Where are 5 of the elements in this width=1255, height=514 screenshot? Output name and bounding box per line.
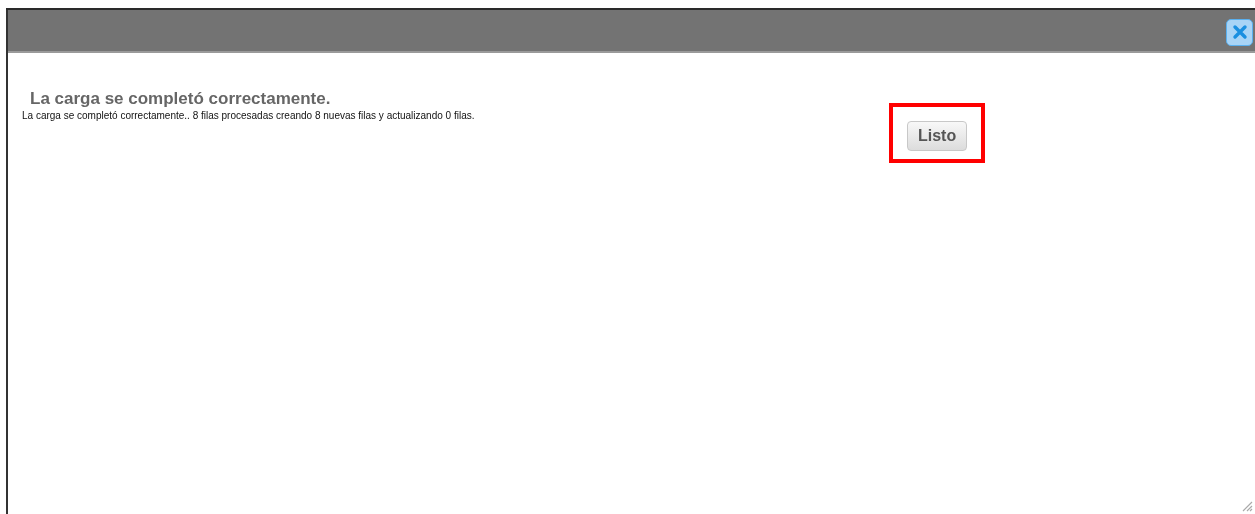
close-icon[interactable] (1226, 18, 1253, 46)
resize-grip-icon[interactable] (1241, 500, 1253, 512)
done-button[interactable]: Listo (907, 121, 968, 151)
dialog-title: La carga se completó correctamente. (29, 89, 332, 109)
status-message: La carga se completó correctamente.. 8 filas procesadas creando 8 nuevas filas y actualizando 0 filas. (22, 109, 476, 122)
